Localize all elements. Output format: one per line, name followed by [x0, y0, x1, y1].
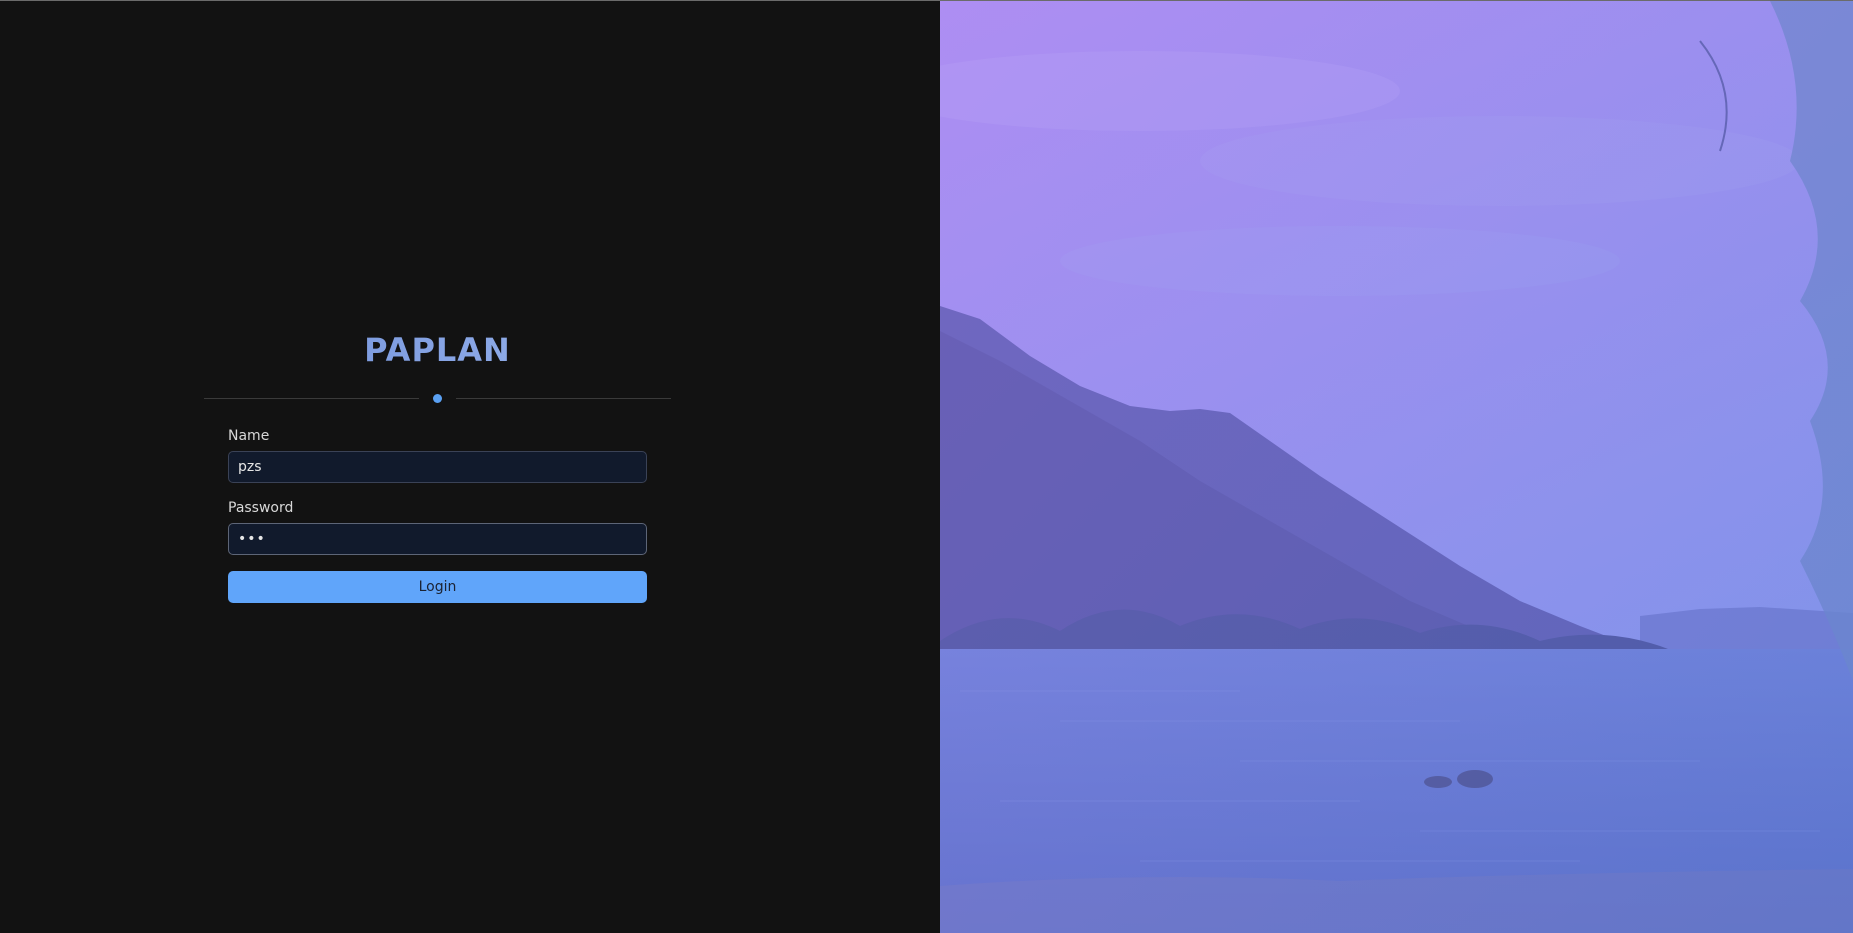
- login-button[interactable]: Login: [228, 571, 647, 603]
- password-label: Password: [228, 500, 294, 516]
- landscape-photo-icon: [940, 1, 1853, 933]
- login-card: PAPLAN Name Password Login: [204, 329, 671, 603]
- name-label: Name: [228, 428, 270, 444]
- background-photo: [940, 1, 1853, 933]
- password-input[interactable]: [228, 523, 647, 555]
- divider-line-right: [456, 398, 671, 399]
- divider-dot-icon: [433, 394, 442, 403]
- login-panel: PAPLAN Name Password Login: [0, 1, 940, 933]
- brand-title: PAPLAN: [204, 329, 671, 371]
- login-form: Name Password Login: [204, 427, 671, 603]
- login-page: PAPLAN Name Password Login: [0, 0, 1853, 933]
- divider-line-left: [204, 398, 419, 399]
- name-input[interactable]: [228, 451, 647, 483]
- divider: [204, 393, 671, 405]
